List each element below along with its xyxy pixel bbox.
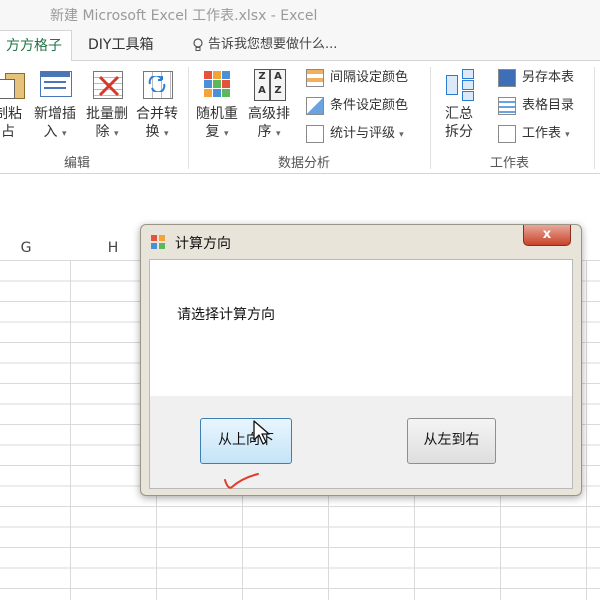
btn-label-line2: 入 xyxy=(43,124,58,140)
group-label-data-analysis: 数据分析 xyxy=(278,156,331,171)
lightbulb-icon xyxy=(193,37,203,51)
ribbon-tabs: 方方格子 DIY工具箱 告诉我您想要做什么... xyxy=(0,30,600,61)
close-button[interactable]: x xyxy=(523,225,571,246)
left-to-right-button[interactable]: 从左到右 xyxy=(407,418,496,464)
item-label: 条件设定颜色 xyxy=(330,98,409,113)
worksheet-item[interactable]: 工作表 ▾ xyxy=(498,123,570,145)
group-label-edit: 编辑 xyxy=(64,156,91,171)
paste-button[interactable]: 制粘 占 xyxy=(0,67,26,141)
tell-me-search[interactable]: 告诉我您想要做什么... xyxy=(192,30,337,60)
column-header-g[interactable]: G xyxy=(0,236,52,260)
dialog-message-panel: 请选择计算方向 xyxy=(150,260,572,396)
interval-color-item[interactable]: 间隔设定颜色 xyxy=(306,67,408,89)
tab-diy-toolbox[interactable]: DIY工具箱 xyxy=(88,30,153,60)
group-divider xyxy=(188,67,189,169)
window-title-bar: 新建 Microsoft Excel 工作表.xlsx - Excel xyxy=(0,0,600,30)
item-label: 工作表 xyxy=(522,126,562,141)
sort-az-icon: ZA AZ xyxy=(252,67,286,101)
insert-rows-button[interactable]: 新增插 入 ▾ xyxy=(30,67,80,143)
dialog-title: 计算方向 xyxy=(175,236,231,252)
top-to-bottom-button[interactable]: 从上向下 xyxy=(200,418,292,464)
condition-color-item[interactable]: 条件设定颜色 xyxy=(306,95,408,117)
batch-delete-button[interactable]: 批量删 除 ▾ xyxy=(82,67,132,143)
dialog-prompt: 请选择计算方向 xyxy=(177,307,275,323)
btn-label-line1: 制粘 xyxy=(0,106,22,122)
worksheet-icon xyxy=(498,124,516,143)
random-repeat-button[interactable]: 随机重 复 ▾ xyxy=(192,67,242,143)
merge-convert-button[interactable]: 合并转 换 ▾ xyxy=(132,67,182,143)
table-directory-item[interactable]: 表格目录 xyxy=(498,95,574,117)
group-divider xyxy=(594,67,595,169)
btn-label-line2: 除 xyxy=(95,124,110,140)
mouse-cursor-icon xyxy=(253,420,270,445)
btn-label-line1: 批量删 xyxy=(86,106,128,122)
btn-label-line2: 拆分 xyxy=(445,124,473,140)
clipboard-icon xyxy=(0,67,25,101)
stats-arrow-icon xyxy=(306,124,324,143)
tell-me-text: 告诉我您想要做什么... xyxy=(208,37,338,52)
item-label: 另存本表 xyxy=(522,70,575,85)
btn-label-line1: 汇总 xyxy=(445,106,473,122)
tab-fangfanggezi[interactable]: 方方格子 xyxy=(0,30,72,61)
item-label: 表格目录 xyxy=(522,98,575,113)
app-icon xyxy=(151,235,165,249)
btn-label-line1: 高级排 xyxy=(248,106,290,122)
summary-split-button[interactable]: 汇总 拆分 xyxy=(436,67,482,141)
group-label-worksheet: 工作表 xyxy=(490,156,530,171)
btn-label-line1: 新增插 xyxy=(34,106,76,122)
group-divider xyxy=(430,67,431,169)
save-icon xyxy=(498,68,516,87)
stats-rating-item[interactable]: 统计与评级 ▾ xyxy=(306,123,404,145)
item-label: 间隔设定颜色 xyxy=(330,70,409,85)
calc-direction-dialog: 计算方向 x 请选择计算方向 从上向下 从左到右 xyxy=(140,224,582,496)
btn-label-line2: 序 xyxy=(257,124,272,140)
item-label: 统计与评级 xyxy=(330,126,396,141)
btn-label-line1: 随机重 xyxy=(196,106,238,122)
dialog-body: 请选择计算方向 从上向下 从左到右 xyxy=(149,259,573,489)
condition-color-icon xyxy=(306,96,324,115)
btn-label-line2: 占 xyxy=(1,124,15,140)
advanced-sort-button[interactable]: ZA AZ 高级排 序 ▾ xyxy=(244,67,294,143)
ribbon-panel: 制粘 占 新增插 入 ▾ 批量删 除 ▾ 合并转 换 ▾ 编辑 随机重 复 ▾ … xyxy=(0,61,600,174)
color-blocks-icon xyxy=(200,67,234,101)
window-title: 新建 Microsoft Excel 工作表.xlsx - Excel xyxy=(50,8,318,24)
btn-label-line1: 合并转 xyxy=(136,106,178,122)
btn-label-line2: 复 xyxy=(205,124,220,140)
summary-split-icon xyxy=(442,67,476,101)
merge-convert-icon xyxy=(140,67,174,101)
table-list-icon xyxy=(498,96,516,115)
interval-color-icon xyxy=(306,68,324,87)
delete-table-icon xyxy=(90,67,124,101)
btn-label-line2: 换 xyxy=(145,124,160,140)
red-check-annotation-icon xyxy=(224,473,259,489)
save-sheet-item[interactable]: 另存本表 xyxy=(498,67,574,89)
insert-table-icon xyxy=(38,67,72,101)
